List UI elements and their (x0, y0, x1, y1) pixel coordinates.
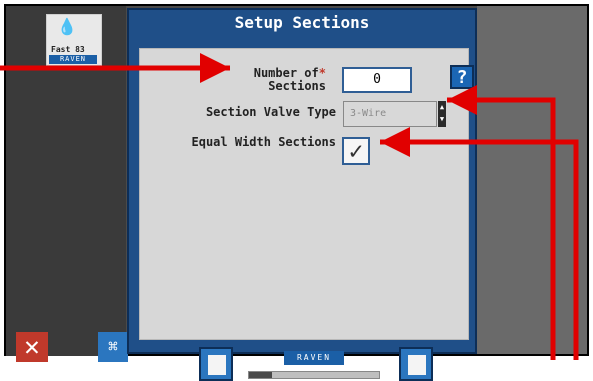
wizard-progress (248, 371, 380, 379)
arrow-to-equal-width (380, 127, 579, 360)
arrow-to-valve-type (447, 85, 556, 360)
progress-fill (249, 372, 273, 378)
annotation-arrows (0, 53, 579, 360)
